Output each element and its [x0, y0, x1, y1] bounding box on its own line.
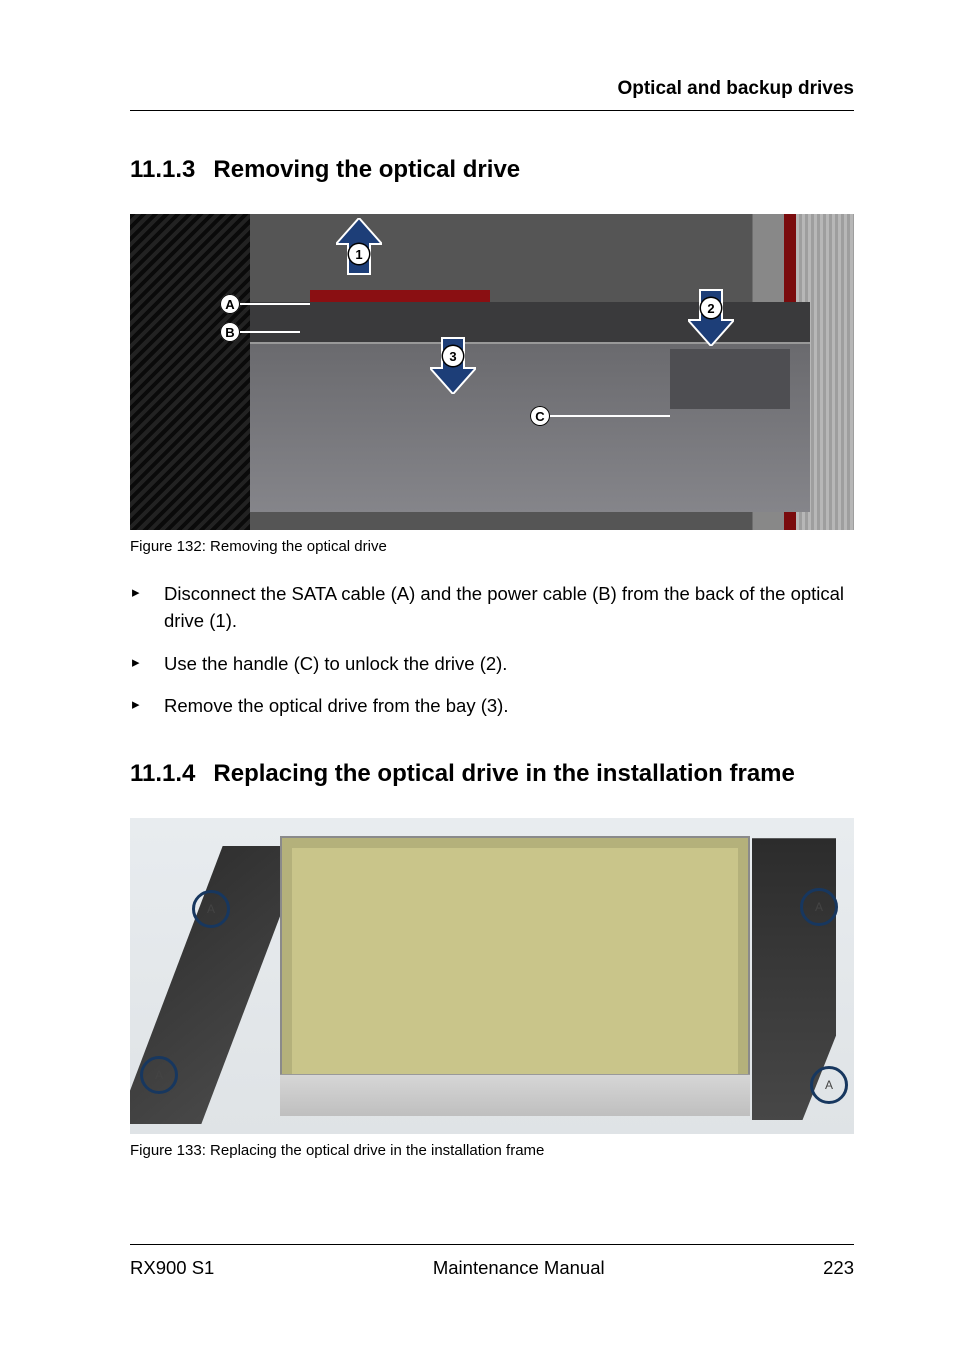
leader-line — [240, 303, 310, 305]
figure-132-image: A B C 1 2 3 — [130, 214, 854, 530]
screw-marker: A — [810, 1066, 848, 1104]
section-title: Replacing the optical drive in the insta… — [213, 760, 794, 787]
step-item: Use the handle (C) to unlock the drive (… — [130, 651, 854, 678]
arrow-icon: 3 — [430, 334, 476, 394]
section-heading-replacing: 11.1.4 Replacing the optical drive in the… — [130, 760, 854, 788]
cable-braid — [130, 214, 250, 530]
section-heading-removing: 11.1.3 Removing the optical drive — [130, 156, 854, 184]
callout-letter-a: A — [220, 294, 240, 314]
arrow-number-2: 2 — [701, 298, 721, 318]
section-number: 11.1.3 — [130, 156, 195, 184]
optical-drive-front — [280, 1074, 750, 1116]
footer-product: RX900 S1 — [130, 1257, 214, 1279]
step-item: Remove the optical drive from the bay (3… — [130, 693, 854, 720]
drive-handle-tab — [670, 349, 790, 409]
leader-line — [550, 415, 670, 417]
running-header: Optical and backup drives — [130, 78, 854, 111]
screw-marker: A — [800, 888, 838, 926]
procedure-steps: Disconnect the SATA cable (A) and the po… — [130, 581, 854, 720]
figure-133-caption: Figure 133: Replacing the optical drive … — [130, 1142, 854, 1159]
figure-132: A B C 1 2 3 Figure 132: Remov — [130, 214, 854, 555]
screw-marker: A — [140, 1056, 178, 1094]
figure-133: A A A A Figure 133: Replacing the optica… — [130, 818, 854, 1159]
section-title: Removing the optical drive — [213, 156, 520, 183]
screw-marker: A — [192, 890, 230, 928]
figure-133-image: A A A A — [130, 818, 854, 1134]
callout-letter-b: B — [220, 322, 240, 342]
figure-132-caption: Figure 132: Removing the optical drive — [130, 538, 854, 555]
footer-page-number: 223 — [823, 1257, 854, 1279]
section-number: 11.1.4 — [130, 760, 195, 788]
footer-doc-title: Maintenance Manual — [433, 1257, 605, 1279]
arrow-number-1: 1 — [349, 244, 369, 264]
page-footer: RX900 S1 Maintenance Manual 223 — [130, 1244, 854, 1279]
arrow-icon: 2 — [688, 286, 734, 346]
leader-line — [240, 331, 300, 333]
arrow-number-3: 3 — [443, 346, 463, 366]
arrow-icon: 1 — [336, 218, 382, 278]
callout-letter-c: C — [530, 406, 550, 426]
step-item: Disconnect the SATA cable (A) and the po… — [130, 581, 854, 635]
